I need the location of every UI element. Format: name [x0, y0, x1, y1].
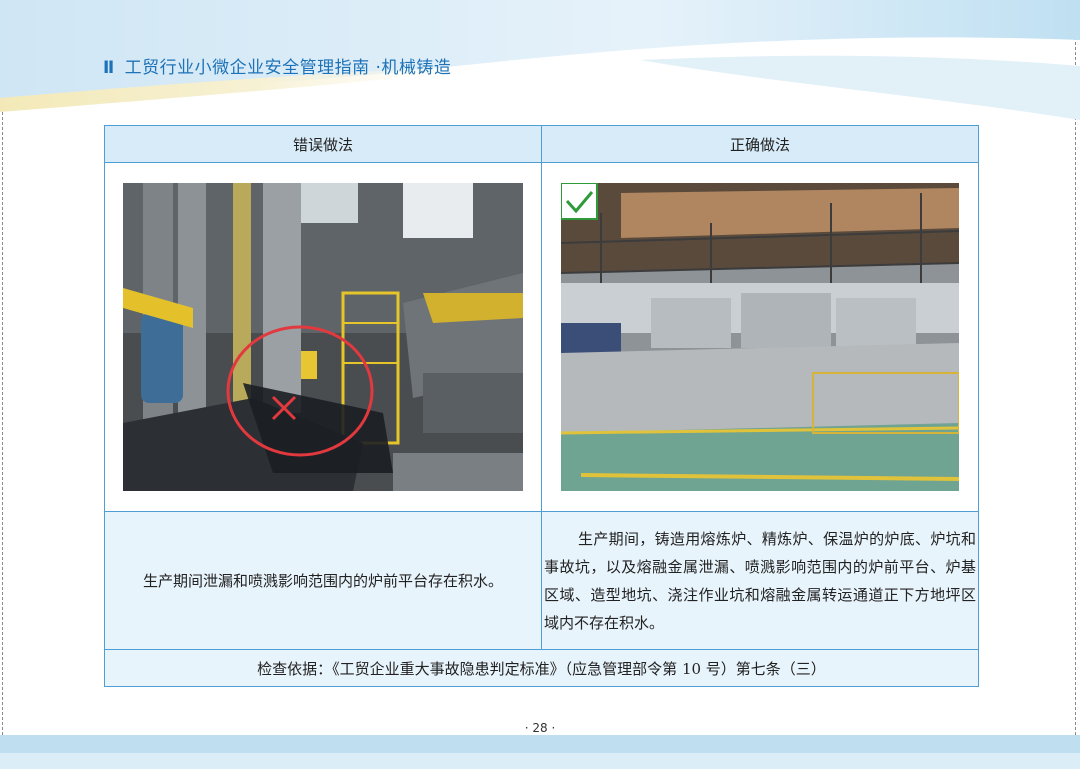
header-title-text: 工贸行业小微企业安全管理指南 ·机械铸造 — [124, 58, 452, 78]
right-practice-description: 生产期间，铸造用熔炼炉、精炼炉、保温炉的炉底、炉坑和事故坑，以及熔融金属泄漏、喷… — [541, 511, 979, 650]
wrong-practice-header: 错误做法 — [104, 125, 542, 163]
wrong-photo-cell — [104, 162, 542, 512]
footer-band — [0, 735, 1080, 769]
right-practice-header: 正确做法 — [541, 125, 979, 163]
page-number: · 28 · — [524, 721, 556, 735]
wrong-practice-photo — [123, 183, 523, 491]
right-practice-photo — [561, 183, 959, 491]
header-title: Ⅱ 工贸行业小微企业安全管理指南 ·机械铸造 — [103, 53, 451, 78]
comparison-table: 错误做法 正确做法 生产期间泄漏和喷溅影响范围内的炉前平台存在积水。 生产期间，… — [104, 125, 979, 687]
wrong-practice-description: 生产期间泄漏和喷溅影响范围内的炉前平台存在积水。 — [104, 511, 542, 650]
inspection-basis: 检查依据：《工贸企业重大事故隐患判定标准》（应急管理部令第 10 号）第七条（三… — [104, 649, 979, 687]
header-marker: Ⅱ — [103, 58, 115, 78]
right-photo-cell — [541, 162, 979, 512]
